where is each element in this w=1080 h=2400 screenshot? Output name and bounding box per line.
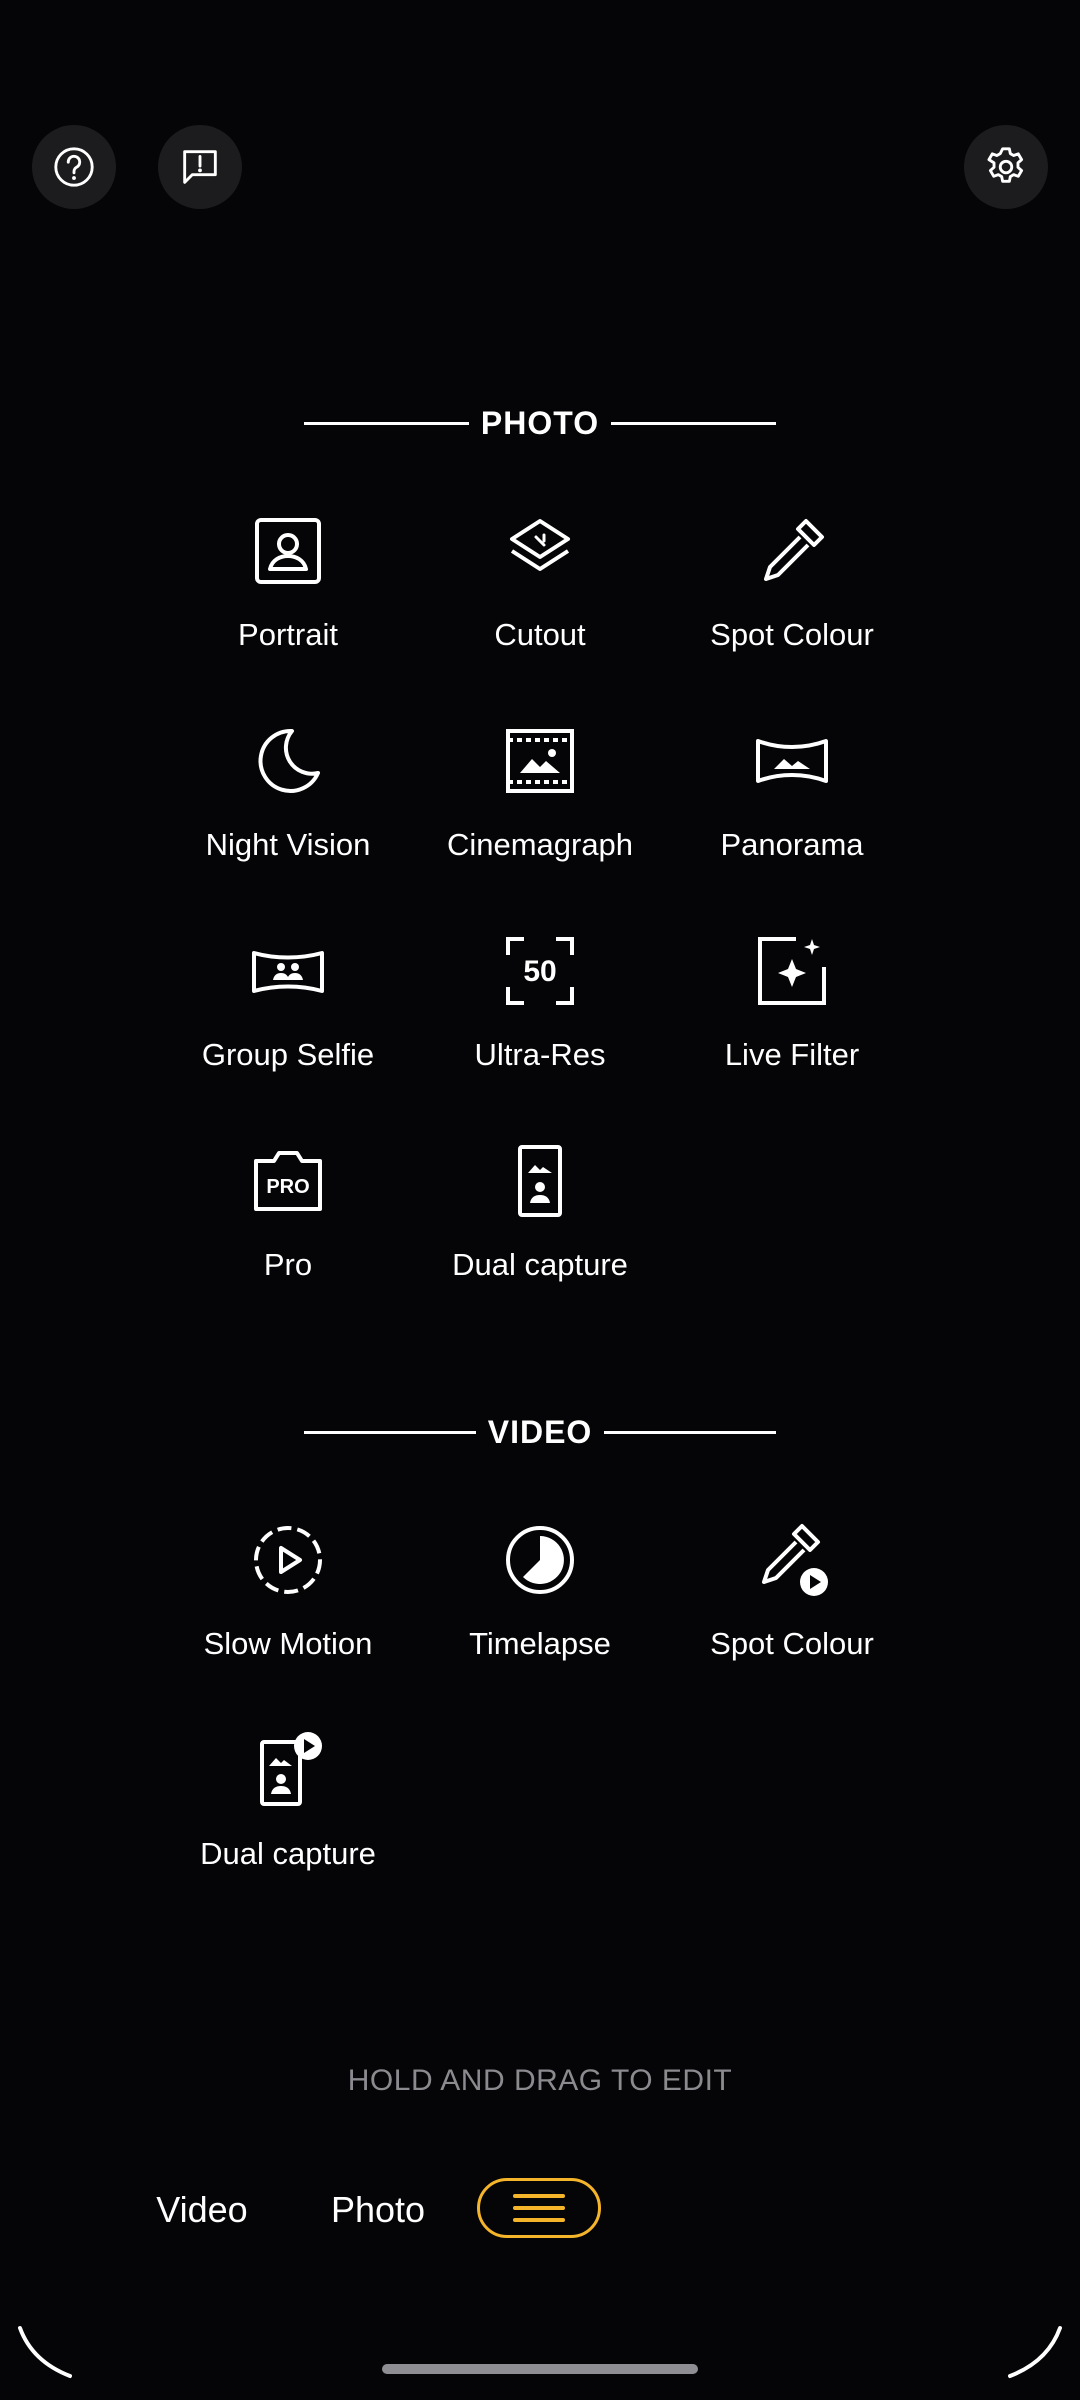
video-section-title: VIDEO [487,1414,593,1450]
mode-cutout[interactable]: Cutout [414,485,666,695]
back-gesture-corner-right[interactable] [1004,2322,1064,2382]
mode-spot-colour-video[interactable]: Spot Colour [666,1494,918,1704]
mode-dual-capture[interactable]: Dual capture [414,1115,666,1325]
hold-drag-hint: HOLD AND DRAG TO EDIT [347,2064,733,2097]
cutout-icon [504,515,576,587]
help-button[interactable] [32,125,116,209]
mode-label: Live Filter [724,1037,860,1072]
photo-section-title: PHOTO [480,405,600,441]
group-selfie-icon [252,935,324,1007]
divider-left [304,1431,476,1434]
slow-motion-icon [252,1524,324,1596]
divider-right [604,1431,777,1434]
mode-label: Group Selfie [201,1037,375,1072]
mode-pro[interactable]: PRO Pro [162,1115,414,1325]
panorama-icon [756,725,828,797]
film-icon [504,725,576,797]
mode-label: Timelapse [469,1626,611,1661]
tab-video[interactable]: Video [140,2178,264,2242]
dual-capture-video-icon [252,1732,324,1806]
back-gesture-corner-left[interactable] [16,2322,76,2382]
mode-live-filter[interactable]: Live Filter [666,905,918,1115]
divider-left [304,422,469,425]
help-icon [54,147,94,187]
mode-label: Cutout [494,617,586,652]
timelapse-icon [504,1524,576,1596]
feedback-button[interactable] [158,125,242,209]
mode-label: Spot Colour [710,1626,874,1661]
feedback-icon [183,150,217,184]
mode-spot-colour[interactable]: Spot Colour [666,485,918,695]
mode-label: Spot Colour [710,617,874,652]
eyedropper-video-icon [756,1524,828,1596]
mode-panorama[interactable]: Panorama [666,695,918,905]
mode-label: Slow Motion [203,1626,373,1661]
mode-ultra-res[interactable]: 50 Ultra-Res [414,905,666,1115]
settings-button[interactable] [964,125,1048,209]
mode-cinemagraph[interactable]: Cinemagraph [414,695,666,905]
eyedropper-icon [756,515,828,587]
photo-section-header: PHOTO [304,405,777,442]
mode-night-vision[interactable]: Night Vision [162,695,414,905]
mode-timelapse[interactable]: Timelapse [414,1494,666,1704]
moon-icon [252,725,324,797]
home-indicator[interactable] [382,2364,698,2374]
svg-text:50: 50 [523,955,556,988]
mode-label: Panorama [720,827,864,862]
sparkle-icon [756,935,828,1007]
gear-icon [987,147,1024,183]
video-section-header: VIDEO [304,1414,777,1451]
photo-modes-grid: Portrait Cutout Spot Colour Night Vision… [162,485,918,1325]
mode-dual-capture-video[interactable]: Dual capture [162,1704,414,1914]
mode-label: Ultra-Res [474,1037,606,1072]
mode-label: Pro [263,1247,313,1282]
tab-photo[interactable]: Photo [316,2178,440,2242]
hamburger-icon [513,2194,565,2222]
svg-text:PRO: PRO [266,1176,309,1198]
mode-group-selfie[interactable]: Group Selfie [162,905,414,1115]
mode-label: Night Vision [205,827,371,862]
dual-capture-icon [504,1145,576,1217]
mode-slow-motion[interactable]: Slow Motion [162,1494,414,1704]
mode-portrait[interactable]: Portrait [162,485,414,695]
video-modes-grid: Slow Motion Timelapse Spot Colour Dual c… [162,1494,918,1914]
mode-label: Dual capture [452,1247,628,1282]
ultra-res-50-icon: 50 [504,935,576,1007]
divider-right [611,422,777,425]
pro-camera-icon: PRO [252,1145,324,1217]
mode-label: Cinemagraph [446,827,634,862]
portrait-icon [252,515,324,587]
mode-label: Dual capture [200,1836,376,1871]
modes-menu-button[interactable] [477,2178,601,2238]
mode-label: Portrait [238,617,338,652]
